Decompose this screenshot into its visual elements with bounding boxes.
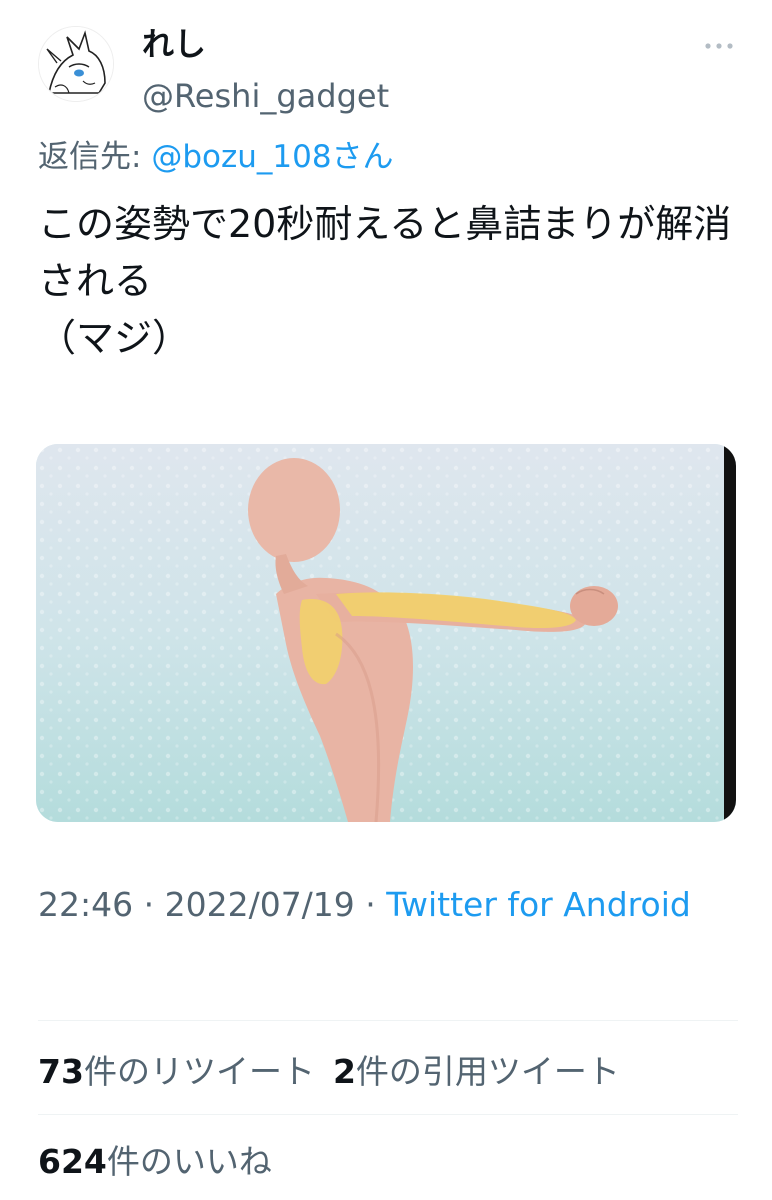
divider <box>38 1020 738 1021</box>
retweets-stat[interactable]: 73件のリツイート <box>38 1052 315 1091</box>
likes-label: 件のいいね <box>106 1142 272 1181</box>
likes-count: 624 <box>38 1142 107 1181</box>
stats-retweets-row: 73件のリツイート 2件の引用ツイート <box>38 1050 620 1094</box>
tweet-date[interactable]: 2022/07/19 <box>165 885 355 924</box>
quotes-stat[interactable]: 2件の引用ツイート <box>333 1052 620 1091</box>
tweet-text: この姿勢で20秒耐えると鼻詰まりが解消される （マジ） <box>38 202 732 360</box>
more-horizontal-icon[interactable] <box>704 36 734 56</box>
stats-likes-row: 624件のいいね <box>38 1140 272 1184</box>
likes-stat[interactable]: 624件のいいね <box>38 1142 272 1181</box>
retweets-count: 73 <box>38 1052 84 1091</box>
tweet-image[interactable] <box>36 444 736 822</box>
display-name[interactable]: れし <box>142 24 206 64</box>
avatar[interactable] <box>38 26 114 102</box>
tweet-time[interactable]: 22:46 <box>38 885 133 924</box>
reply-mention-link[interactable]: @bozu_108さん <box>151 139 393 175</box>
stretch-pose-illustration <box>36 444 736 822</box>
meta-separator: · <box>354 885 387 924</box>
reply-prefix: 返信先: <box>38 139 152 175</box>
tweet-meta: 22:46 · 2022/07/19 · Twitter for Android <box>38 870 738 940</box>
retweets-label: 件のリツイート <box>83 1052 315 1091</box>
quotes-label: 件の引用ツイート <box>355 1052 620 1091</box>
meta-separator: · <box>133 885 165 924</box>
avatar-illustration <box>39 27 113 101</box>
quotes-count: 2 <box>332 1052 356 1091</box>
divider <box>38 1114 738 1115</box>
reply-to: 返信先: @bozu_108さん <box>38 136 394 178</box>
user-handle[interactable]: @Reshi_gadget <box>142 76 389 116</box>
source-link[interactable]: Twitter for Android <box>386 885 691 924</box>
